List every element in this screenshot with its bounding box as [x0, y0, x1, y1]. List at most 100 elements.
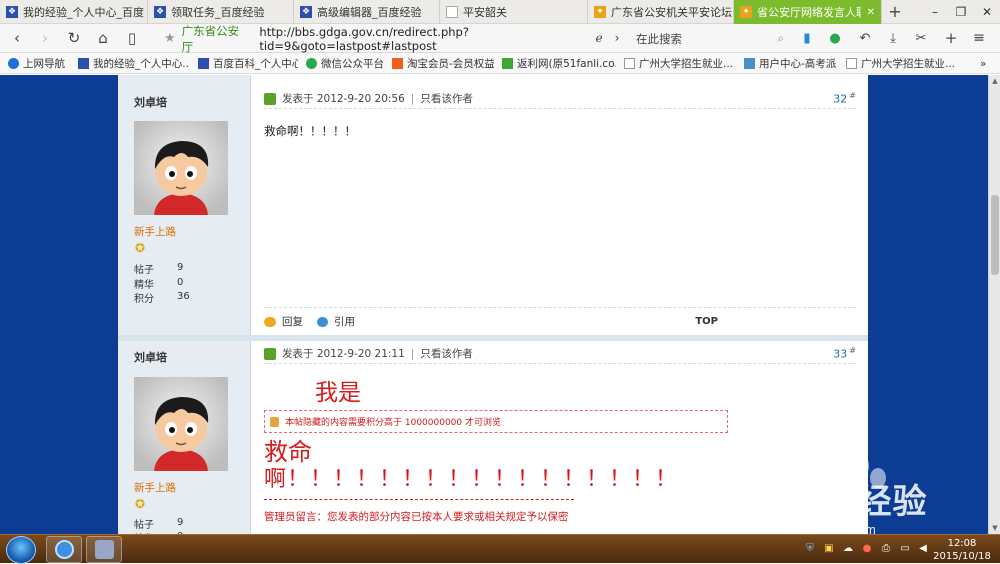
- baidu-paw-icon: ❖: [154, 6, 166, 18]
- post-header: 发表于 2012-9-20 20:56 | 只看该作者 32 #: [264, 89, 856, 109]
- tab-my-experience[interactable]: ❖ 我的经验_个人中心_百度: [0, 0, 148, 24]
- scroll-down-icon[interactable]: ▼: [989, 523, 1000, 533]
- watermark-brand: Baidu经验: [758, 483, 928, 521]
- browser-taskbar-icon[interactable]: [46, 536, 82, 563]
- security-icon[interactable]: ●: [861, 543, 873, 555]
- minimize-button[interactable]: –: [922, 0, 948, 24]
- floor-number[interactable]: 32 #: [833, 91, 856, 106]
- post-content-red: 救命: [264, 438, 312, 466]
- avatar[interactable]: [134, 121, 228, 215]
- floor-mark: #: [849, 91, 856, 101]
- stat-label: 精华: [134, 280, 154, 291]
- undo-icon[interactable]: ↶: [854, 24, 876, 53]
- tab-pingan-shaoguan[interactable]: 平安韶关: [440, 0, 588, 24]
- close-tab-icon[interactable]: ✕: [867, 7, 875, 18]
- bookmark-item[interactable]: 返利网(原51fanli.co...: [502, 53, 616, 74]
- system-clock[interactable]: 12:08 2015/10/18: [930, 537, 994, 563]
- volume-icon[interactable]: ◀: [917, 543, 929, 555]
- tab-label: 省公安厅网络发言人联系: [757, 6, 861, 19]
- printer-icon[interactable]: ⎙: [880, 543, 892, 555]
- bookmark-item[interactable]: 微信公众平台: [306, 53, 386, 74]
- post-content-red: 啊！！！！！！！！！！！！！！！！！: [264, 467, 679, 492]
- author-only-link[interactable]: 只看该作者: [420, 346, 473, 361]
- home-icon[interactable]: ⌂: [92, 24, 114, 53]
- scissors-icon[interactable]: ✂: [910, 24, 932, 53]
- scroll-up-icon[interactable]: ▲: [989, 76, 1000, 86]
- page-icon: [624, 58, 635, 69]
- reload-icon[interactable]: ↻: [63, 24, 85, 53]
- bookmark-item[interactable]: 广州大学招生就业...: [846, 53, 968, 74]
- bookmark-item[interactable]: 淘宝会员-会员权益: [392, 53, 494, 74]
- post-header: 发表于 2012-9-20 21:11 | 只看该作者 33 #: [264, 344, 856, 364]
- phone-icon[interactable]: ▮: [796, 24, 818, 53]
- site-identity: 广东省公安厅: [181, 23, 240, 54]
- reply-button[interactable]: 回复: [282, 314, 303, 329]
- stat-label: 帖子: [134, 265, 154, 276]
- hidden-notice-text: 本帖隐藏的内容需要积分高于 1000000000 才可浏览: [285, 418, 501, 428]
- bookmark-item[interactable]: 上网导航: [8, 53, 74, 74]
- tab-spokesperson-contact[interactable]: ✦ 省公安厅网络发言人联系 ✕: [734, 0, 882, 24]
- chevron-right-icon[interactable]: ›: [606, 24, 628, 53]
- bookmark-star-icon[interactable]: ★: [164, 31, 176, 46]
- tab-police-forum[interactable]: ✦ 广东省公安机关平安论坛: [588, 0, 734, 24]
- new-tab-button[interactable]: +: [882, 0, 908, 24]
- star-icon: ✪: [135, 497, 146, 511]
- quote-button[interactable]: 引用: [334, 314, 355, 329]
- bookmark-item[interactable]: 用户中心-高考派: [744, 53, 836, 74]
- wechat-icon[interactable]: ●: [824, 24, 846, 53]
- restore-button[interactable]: ❐: [948, 0, 974, 24]
- download-icon[interactable]: ⤓: [882, 24, 904, 53]
- reply-icon: [264, 316, 276, 327]
- menu-icon[interactable]: ≡: [968, 24, 990, 53]
- tab-bar: ❖ 我的经验_个人中心_百度 ❖ 领取任务_百度经验 ❖ 高级编辑器_百度经验 …: [0, 0, 1000, 24]
- forward-icon[interactable]: ›: [34, 24, 56, 53]
- avatar[interactable]: [134, 377, 228, 471]
- app-taskbar-icon[interactable]: [86, 536, 122, 563]
- stat-label: 帖子: [134, 520, 154, 531]
- bookmarks-overflow-button[interactable]: »: [980, 53, 994, 74]
- author-only-link[interactable]: 只看该作者: [420, 91, 473, 106]
- add-icon[interactable]: +: [940, 24, 962, 53]
- stat-label: 积分: [134, 294, 154, 305]
- bookmark-label: 微信公众平台: [321, 58, 384, 70]
- bookmark-label: 上网导航: [23, 58, 65, 70]
- reading-mode-icon[interactable]: ▯: [121, 24, 143, 53]
- cloud-icon[interactable]: ☁: [842, 543, 854, 555]
- bookmarks-bar: 上网导航 我的经验_个人中心... 百度百科_个人中心 微信公众平台 淘宝会员-…: [0, 53, 1000, 74]
- url-text[interactable]: http://bbs.gdga.gov.cn/redirect.php?tid=…: [259, 25, 628, 53]
- navigation-bar: ‹ › ↻ ⌂ ▯ ★ 广东省公安厅 http://bbs.gdga.gov.c…: [0, 24, 1000, 54]
- tab-claim-task[interactable]: ❖ 领取任务_百度经验: [148, 0, 294, 24]
- bookmark-label: 广州大学招生就业...: [861, 58, 956, 70]
- author-name[interactable]: 刘卓培: [134, 349, 167, 365]
- windows-start-icon[interactable]: [6, 536, 36, 564]
- clock-date: 2015/10/18: [933, 551, 991, 562]
- address-bar[interactable]: ★ 广东省公安厅 http://bbs.gdga.gov.cn/redirect…: [156, 24, 628, 54]
- bookmark-item[interactable]: 广州大学招生就业...: [624, 53, 736, 74]
- tab-advanced-editor[interactable]: ❖ 高级编辑器_百度经验: [294, 0, 440, 24]
- post-content-large: 我是: [315, 380, 361, 406]
- taskbar: ⛨ ▣ ☁ ● ⎙ ▭ ◀ 12:08 2015/10/18: [0, 534, 1000, 564]
- back-icon[interactable]: ‹: [6, 24, 28, 53]
- floor-number[interactable]: 33 #: [833, 346, 856, 361]
- network-icon[interactable]: ▭: [899, 543, 911, 555]
- close-window-button[interactable]: ✕: [974, 0, 1000, 24]
- bookmark-item[interactable]: 百度百科_个人中心: [198, 53, 298, 74]
- stat-value: 36: [177, 291, 190, 302]
- search-icon[interactable]: ⌕: [778, 31, 784, 46]
- author-name[interactable]: 刘卓培: [134, 94, 167, 110]
- forum-shield-icon: ✦: [594, 6, 606, 18]
- search-box[interactable]: 在此搜索 ⌕: [636, 28, 788, 49]
- search-input[interactable]: 在此搜索: [636, 31, 682, 47]
- qq-icon[interactable]: ▣: [823, 543, 835, 555]
- quote-icon: [317, 316, 328, 327]
- user-rank: 新手上路: [134, 226, 176, 238]
- bookmark-item[interactable]: 我的经验_个人中心...: [78, 53, 190, 74]
- scroll-thumb[interactable]: [991, 195, 999, 275]
- bookmark-label: 返利网(原51fanli.co...: [517, 58, 616, 70]
- wechat-icon: [306, 58, 317, 69]
- vertical-scrollbar[interactable]: ▲ ▼: [988, 75, 1000, 534]
- tab-label: 高级编辑器_百度经验: [317, 6, 422, 19]
- top-link[interactable]: TOP: [695, 316, 718, 327]
- baidu-paw-icon: [78, 58, 89, 69]
- shield-icon[interactable]: ⛨: [804, 543, 816, 555]
